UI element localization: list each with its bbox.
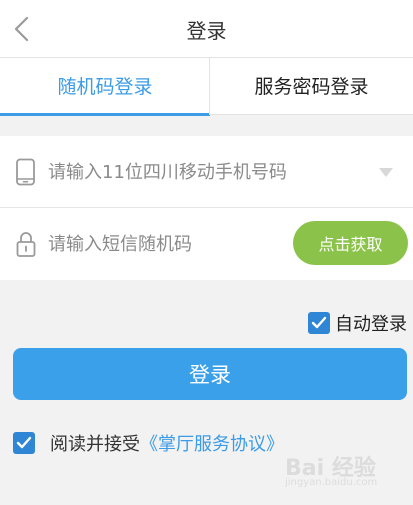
- code-row: 点击获取: [0, 208, 413, 280]
- login-form: 点击获取: [0, 136, 413, 280]
- page-title: 登录: [186, 19, 227, 43]
- dropdown-arrow-icon[interactable]: [379, 168, 393, 177]
- auto-login-checkbox[interactable]: [308, 312, 330, 334]
- baidu-watermark: Bai 经验 jingyan.baidu.com: [285, 450, 395, 492]
- phone-number-input[interactable]: [48, 154, 368, 190]
- get-code-button[interactable]: 点击获取: [293, 221, 408, 265]
- phone-row: [0, 136, 413, 208]
- sms-code-input[interactable]: [48, 226, 278, 262]
- header-bar: 登录: [0, 0, 413, 58]
- service-agreement-link[interactable]: 《掌厅服务协议》: [140, 430, 284, 456]
- agreement-option: 阅读并接受 《掌厅服务协议》: [13, 431, 284, 455]
- login-tabs: 随机码登录 服务密码登录: [0, 58, 413, 116]
- agreement-checkbox[interactable]: [13, 432, 35, 454]
- watermark-subtext: jingyan.baidu.com: [285, 477, 378, 488]
- lock-icon: [16, 232, 36, 257]
- checkmark-icon: [16, 436, 32, 449]
- tab-random-code-login[interactable]: 随机码登录: [0, 58, 210, 116]
- auto-login-option[interactable]: 自动登录: [308, 311, 407, 335]
- active-tab-indicator: [0, 113, 210, 116]
- checkmark-icon: [311, 316, 327, 329]
- login-button[interactable]: 登录: [13, 348, 407, 400]
- auto-login-label: 自动登录: [335, 314, 407, 335]
- phone-icon: [16, 158, 35, 186]
- tab-label: 服务密码登录: [254, 76, 369, 98]
- agreement-label: 阅读并接受: [50, 434, 140, 455]
- tab-label: 随机码登录: [57, 76, 153, 98]
- tab-service-password-login[interactable]: 服务密码登录: [210, 58, 413, 115]
